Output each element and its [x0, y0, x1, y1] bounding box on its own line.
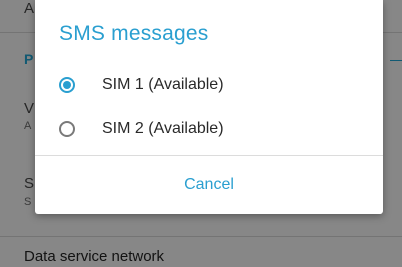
option-label: SIM 2 (Available) — [102, 120, 224, 137]
sms-messages-dialog: SMS messages SIM 1 (Available) SIM 2 (Av… — [35, 0, 383, 214]
option-sim-2[interactable]: SIM 2 (Available) — [35, 108, 383, 154]
cancel-button[interactable]: Cancel — [35, 156, 383, 214]
option-sim-1[interactable]: SIM 1 (Available) — [35, 64, 383, 110]
radio-unselected-icon[interactable] — [59, 121, 75, 137]
dialog-title: SMS messages — [59, 22, 209, 45]
radio-selected-icon[interactable] — [59, 77, 75, 93]
option-label: SIM 1 (Available) — [102, 76, 224, 93]
